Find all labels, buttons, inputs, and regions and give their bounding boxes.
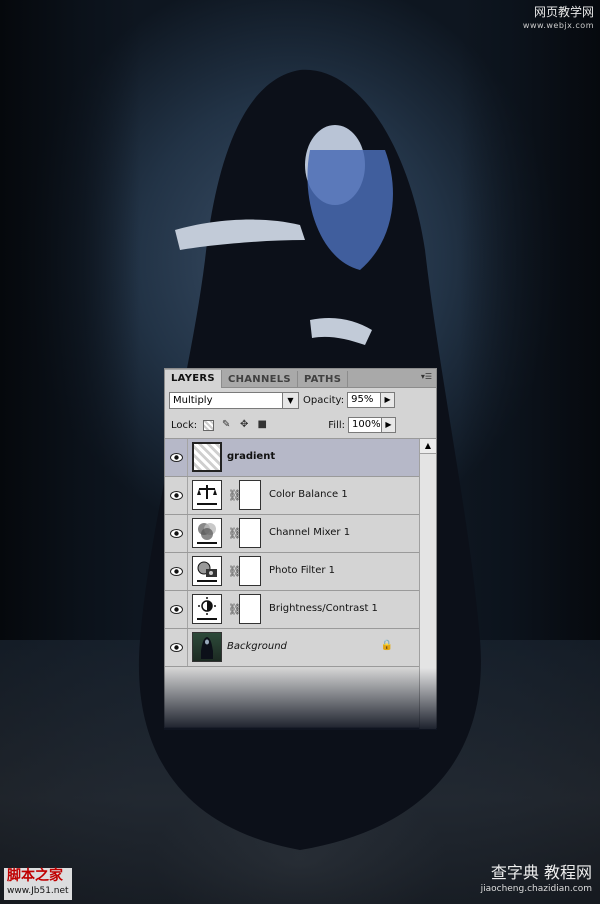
layer-name: Brightness/Contrast 1 bbox=[269, 603, 378, 614]
photo-filter-icon bbox=[192, 556, 222, 586]
lock-transparency-icon[interactable] bbox=[203, 419, 215, 431]
eye-icon[interactable] bbox=[168, 563, 185, 580]
eye-icon[interactable] bbox=[168, 487, 185, 504]
color-balance-icon bbox=[192, 480, 222, 510]
chevron-down-icon[interactable]: ▼ bbox=[282, 392, 298, 408]
fill-label: Fill: bbox=[328, 419, 345, 431]
channel-mixer-icon bbox=[192, 518, 222, 548]
transparent-thumbnail-icon bbox=[192, 442, 222, 472]
blend-mode-select[interactable]: Multiply ▼ bbox=[169, 391, 299, 409]
eye-icon[interactable] bbox=[168, 525, 185, 542]
blend-mode-value: Multiply bbox=[173, 394, 213, 406]
eye-icon[interactable] bbox=[168, 639, 185, 656]
tab-paths[interactable]: PATHS bbox=[298, 371, 349, 387]
watermark-top-right: 网页教学网 www.webjx.com bbox=[522, 5, 594, 31]
lock-all-icon[interactable]: ■ bbox=[256, 419, 268, 431]
fill-slider-button[interactable]: ▶ bbox=[382, 417, 396, 433]
opacity-label: Opacity: bbox=[303, 394, 345, 406]
eye-icon[interactable] bbox=[168, 449, 185, 466]
blend-row: Multiply ▼ Opacity: 95% ▶ bbox=[165, 388, 436, 412]
lock-icon: 🔒 bbox=[380, 640, 393, 651]
layer-row-brightness-contrast[interactable]: ⛓ Brightness/Contrast 1 bbox=[165, 591, 421, 629]
layer-row-gradient[interactable]: gradient bbox=[165, 439, 421, 477]
lock-move-icon[interactable]: ✥ bbox=[238, 419, 250, 431]
layer-mask-thumbnail bbox=[239, 594, 261, 624]
tab-channels[interactable]: CHANNELS bbox=[222, 371, 298, 387]
panel-tab-bar: LAYERS CHANNELS PATHS ▾☰ bbox=[165, 369, 436, 388]
layer-name: Channel Mixer 1 bbox=[269, 527, 351, 538]
layer-row-channel-mixer[interactable]: ⛓ Channel Mixer 1 bbox=[165, 515, 421, 553]
tab-layers[interactable]: LAYERS bbox=[165, 370, 222, 388]
eye-icon[interactable] bbox=[168, 601, 185, 618]
lock-label: Lock: bbox=[171, 419, 198, 431]
panel-fade-overlay bbox=[164, 668, 437, 730]
layer-mask-thumbnail bbox=[239, 480, 261, 510]
layer-mask-thumbnail bbox=[239, 556, 261, 586]
watermark-bottom-left: 脚本之家 www.Jb51.net bbox=[4, 868, 72, 900]
lock-brush-icon[interactable]: ✎ bbox=[220, 419, 232, 431]
layer-row-photo-filter[interactable]: ⛓ Photo Filter 1 bbox=[165, 553, 421, 591]
layer-name: Background bbox=[227, 641, 287, 652]
lock-row: Lock: ✎ ✥ ■ Fill: 100% ▶ bbox=[165, 412, 436, 439]
brightness-contrast-icon bbox=[192, 594, 222, 624]
opacity-slider-button[interactable]: ▶ bbox=[381, 392, 396, 408]
layer-name: Color Balance 1 bbox=[269, 489, 348, 500]
layer-row-background[interactable]: Background 🔒 bbox=[165, 629, 421, 667]
opacity-input[interactable]: 95% bbox=[347, 392, 382, 408]
layer-name: gradient bbox=[227, 451, 276, 462]
fill-input[interactable]: 100% bbox=[348, 417, 382, 433]
layer-row-color-balance[interactable]: ⛓ Color Balance 1 bbox=[165, 477, 421, 515]
layer-mask-thumbnail bbox=[239, 518, 261, 548]
layer-name: Photo Filter 1 bbox=[269, 565, 336, 576]
panel-menu-icon[interactable]: ▾☰ bbox=[421, 372, 432, 381]
photo-thumbnail-icon bbox=[192, 632, 222, 662]
watermark-bottom-right: 查字典 教程网 jiaocheng.chazidian.com bbox=[480, 863, 592, 894]
scroll-up-icon[interactable]: ▲ bbox=[420, 439, 436, 454]
